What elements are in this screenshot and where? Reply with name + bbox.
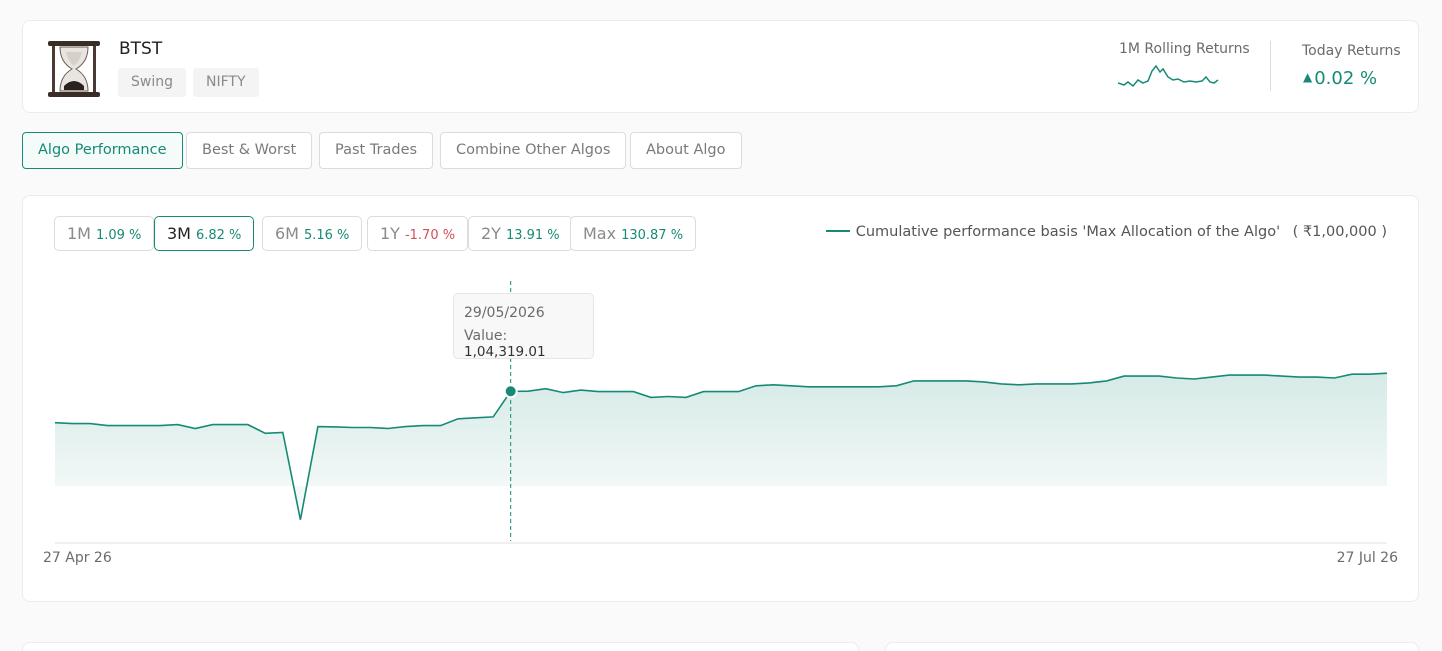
x-axis-start-label: 27 Apr 26 — [43, 550, 112, 566]
tab-about-algo[interactable]: About Algo — [630, 132, 742, 169]
x-axis-end-label: 27 Jul 26 — [1336, 550, 1398, 566]
tag-swing: Swing — [118, 68, 186, 97]
algo-title: BTST — [119, 39, 163, 59]
performance-chart-card: 1M 1.09 % 3M 6.82 % 6M 5.16 % 1Y -1.70 % 2Y 1… — [22, 195, 1419, 602]
tag-nifty: NIFTY — [193, 68, 259, 97]
today-returns-value: ▲ 0.02 % — [1303, 68, 1377, 89]
chart-highlight-point — [503, 384, 518, 399]
today-returns-number: 0.02 % — [1314, 68, 1378, 89]
performance-area-chart[interactable] — [23, 196, 1418, 601]
arrow-up-icon: ▲ — [1303, 70, 1313, 84]
algo-header-card: BTST Swing NIFTY 1M Rolling Returns Toda… — [22, 20, 1419, 113]
rolling-returns-label: 1M Rolling Returns — [1119, 41, 1250, 57]
bottom-card-left — [22, 642, 859, 651]
tooltip-date: 29/05/2026 — [464, 305, 545, 321]
tooltip-value: 1,04,319.01 — [464, 344, 546, 360]
rolling-returns-sparkline — [1118, 64, 1219, 88]
chart-tooltip: 29/05/2026 Value: 1,04,319.01 — [453, 293, 594, 360]
chart-area-fill — [55, 373, 1387, 520]
tab-algo-performance[interactable]: Algo Performance — [22, 132, 183, 169]
tab-past-trades[interactable]: Past Trades — [319, 132, 434, 169]
tooltip-value-label: Value: — [464, 328, 508, 344]
bottom-card-right — [885, 642, 1419, 651]
tab-combine-other-algos[interactable]: Combine Other Algos — [440, 132, 627, 169]
hourglass-icon — [48, 41, 100, 97]
header-divider — [1270, 41, 1271, 91]
tab-best-worst[interactable]: Best & Worst — [186, 132, 313, 169]
today-returns-label: Today Returns — [1302, 43, 1401, 59]
